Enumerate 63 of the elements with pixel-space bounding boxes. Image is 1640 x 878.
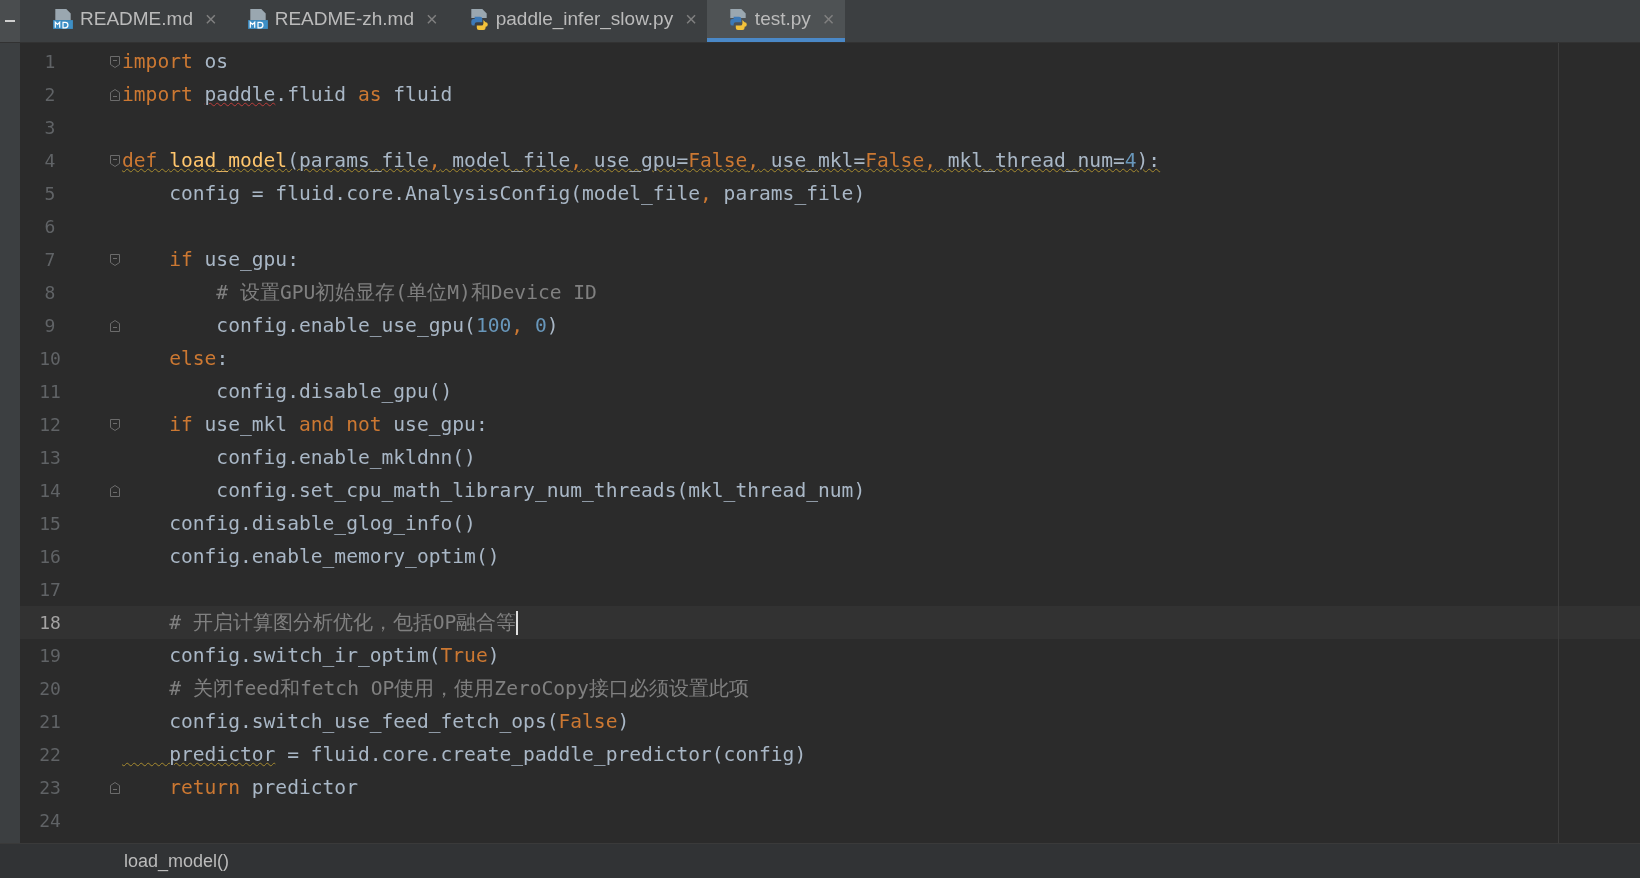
code-line: def load_model(params_file, model_file, use_gpu=False, use_mkl=False, mkl_thread_num=4): bbox=[122, 149, 1161, 172]
close-icon[interactable]: × bbox=[685, 7, 697, 31]
code-line: config.enable_mkldnn() bbox=[215, 446, 476, 469]
line-number: 7 bbox=[43, 249, 57, 270]
code-line: config.enable_memory_optim() bbox=[168, 545, 500, 568]
line-number: 17 bbox=[38, 579, 62, 600]
line-number: 21 bbox=[38, 711, 62, 732]
fold-end-icon[interactable] bbox=[109, 318, 121, 333]
close-icon[interactable]: × bbox=[204, 7, 217, 31]
code-line: return predictor bbox=[168, 776, 358, 799]
line-number: 11 bbox=[38, 381, 62, 402]
code-line: # 设置GPU初始显存(单位M)和Device ID bbox=[215, 280, 597, 306]
line-number: 12 bbox=[38, 414, 62, 435]
file-tab[interactable]: README.md × bbox=[32, 0, 227, 42]
line-number: 6 bbox=[43, 216, 57, 237]
code-line: import os bbox=[122, 50, 229, 73]
code-line: config.switch_ir_optim(True) bbox=[168, 644, 500, 667]
line-number: 3 bbox=[43, 117, 57, 138]
line-number: 4 bbox=[43, 150, 57, 171]
code-line: else: bbox=[168, 347, 229, 370]
line-number: 19 bbox=[38, 645, 62, 666]
line-number: 15 bbox=[38, 513, 62, 534]
fold-end-icon[interactable] bbox=[109, 483, 121, 498]
markdown-file-icon bbox=[246, 8, 269, 30]
markdown-file-icon bbox=[52, 8, 74, 30]
code-line: config.switch_use_feed_fetch_ops(False) bbox=[168, 710, 630, 733]
code-line: # 开启计算图分析优化，包括OP融合等 bbox=[168, 609, 519, 636]
file-tab[interactable]: test.py × bbox=[706, 0, 845, 42]
line-number: 16 bbox=[38, 546, 62, 567]
line-number: 1 bbox=[43, 51, 57, 72]
code-line: config.disable_gpu() bbox=[215, 380, 453, 403]
line-number: 20 bbox=[38, 678, 62, 699]
line-number: 23 bbox=[38, 777, 62, 798]
code-line: config.disable_glog_info() bbox=[168, 512, 476, 535]
code-line: import paddle.fluid as fluid bbox=[122, 83, 453, 106]
code-line: if use_mkl and not use_gpu: bbox=[168, 413, 488, 436]
fold-end-icon[interactable] bbox=[109, 780, 121, 795]
fold-icon[interactable] bbox=[109, 54, 121, 69]
code-line: config.set_cpu_math_library_num_threads(mkl_thread_num) bbox=[215, 479, 866, 502]
fold-icon[interactable] bbox=[109, 153, 121, 168]
code-line: if use_gpu: bbox=[168, 248, 299, 271]
line-number: 8 bbox=[43, 282, 57, 303]
line-number: 9 bbox=[43, 315, 57, 336]
file-tab[interactable]: paddle_infer_slow.py × bbox=[447, 0, 707, 42]
line-number: 18 bbox=[38, 612, 62, 633]
code-line: config.enable_use_gpu(100, 0) bbox=[215, 314, 559, 337]
line-number: 5 bbox=[43, 183, 57, 204]
line-number: 14 bbox=[38, 480, 62, 501]
line-number: 24 bbox=[38, 810, 62, 831]
line-number: 2 bbox=[43, 84, 57, 105]
code-line: config = fluid.core.AnalysisConfig(model_file, params_file) bbox=[168, 182, 866, 205]
line-number: 13 bbox=[38, 447, 62, 468]
code-editor[interactable] bbox=[20, 43, 1640, 843]
breadcrumb[interactable]: load_model() bbox=[124, 850, 230, 872]
fold-icon[interactable] bbox=[109, 252, 121, 267]
code-line: predictor = fluid.core.create_paddle_predictor(config) bbox=[168, 743, 807, 766]
line-number: 22 bbox=[38, 744, 62, 765]
line-number: 10 bbox=[38, 348, 62, 369]
file-tab[interactable]: README-zh.md × bbox=[226, 0, 448, 42]
fold-end-icon[interactable] bbox=[109, 87, 121, 102]
code-line: # 关闭feed和fetch OP使用，使用ZeroCopy接口必须设置此项 bbox=[168, 676, 749, 702]
fold-icon[interactable] bbox=[109, 417, 121, 432]
close-icon[interactable]: × bbox=[426, 7, 438, 31]
